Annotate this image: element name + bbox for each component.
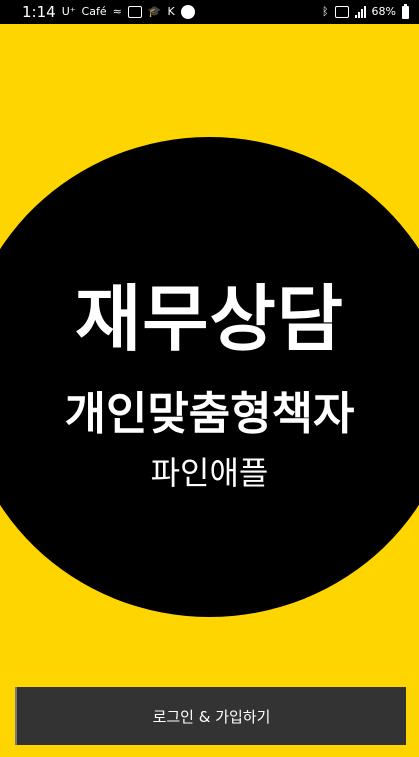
wave-notification-icon: ≈ xyxy=(112,5,122,18)
status-right: ᛒ 68% xyxy=(321,3,409,19)
status-time: 1:14 xyxy=(22,3,56,21)
bluetooth-icon: ᛒ xyxy=(321,5,329,18)
status-left: 1:14 U⁺ Café ≈ 🎓 K xyxy=(22,3,195,21)
signal-icon xyxy=(354,6,366,18)
status-bar: 1:14 U⁺ Café ≈ 🎓 K ᛒ 68% xyxy=(0,0,419,24)
login-signup-button[interactable]: 로그인 & 가입하기 xyxy=(15,687,406,745)
graduation-cap-icon: 🎓 xyxy=(147,5,162,18)
title-main: 재무상담 xyxy=(75,277,344,361)
title-sub: 개인맞춤형책자 xyxy=(64,387,355,440)
carrier-icon: U⁺ xyxy=(61,5,76,18)
vibrate-icon xyxy=(334,6,349,18)
screen: 1:14 U⁺ Café ≈ 🎓 K ᛒ 68% 재무상담 개인맞춤형책자 파인… xyxy=(0,0,419,757)
splash-background: 재무상담 개인맞춤형책자 파인애플 로그인 & 가입하기 xyxy=(0,24,419,757)
battery-icon xyxy=(402,3,409,19)
cafe-notification-icon: Café xyxy=(81,5,107,18)
image-notification-icon xyxy=(127,6,142,18)
lock-notification-icon xyxy=(180,5,195,19)
black-circle xyxy=(0,137,419,617)
brand-name: 파인애플 xyxy=(150,454,269,492)
k-notification-icon: K xyxy=(167,5,175,18)
battery-percent: 68% xyxy=(371,5,396,18)
